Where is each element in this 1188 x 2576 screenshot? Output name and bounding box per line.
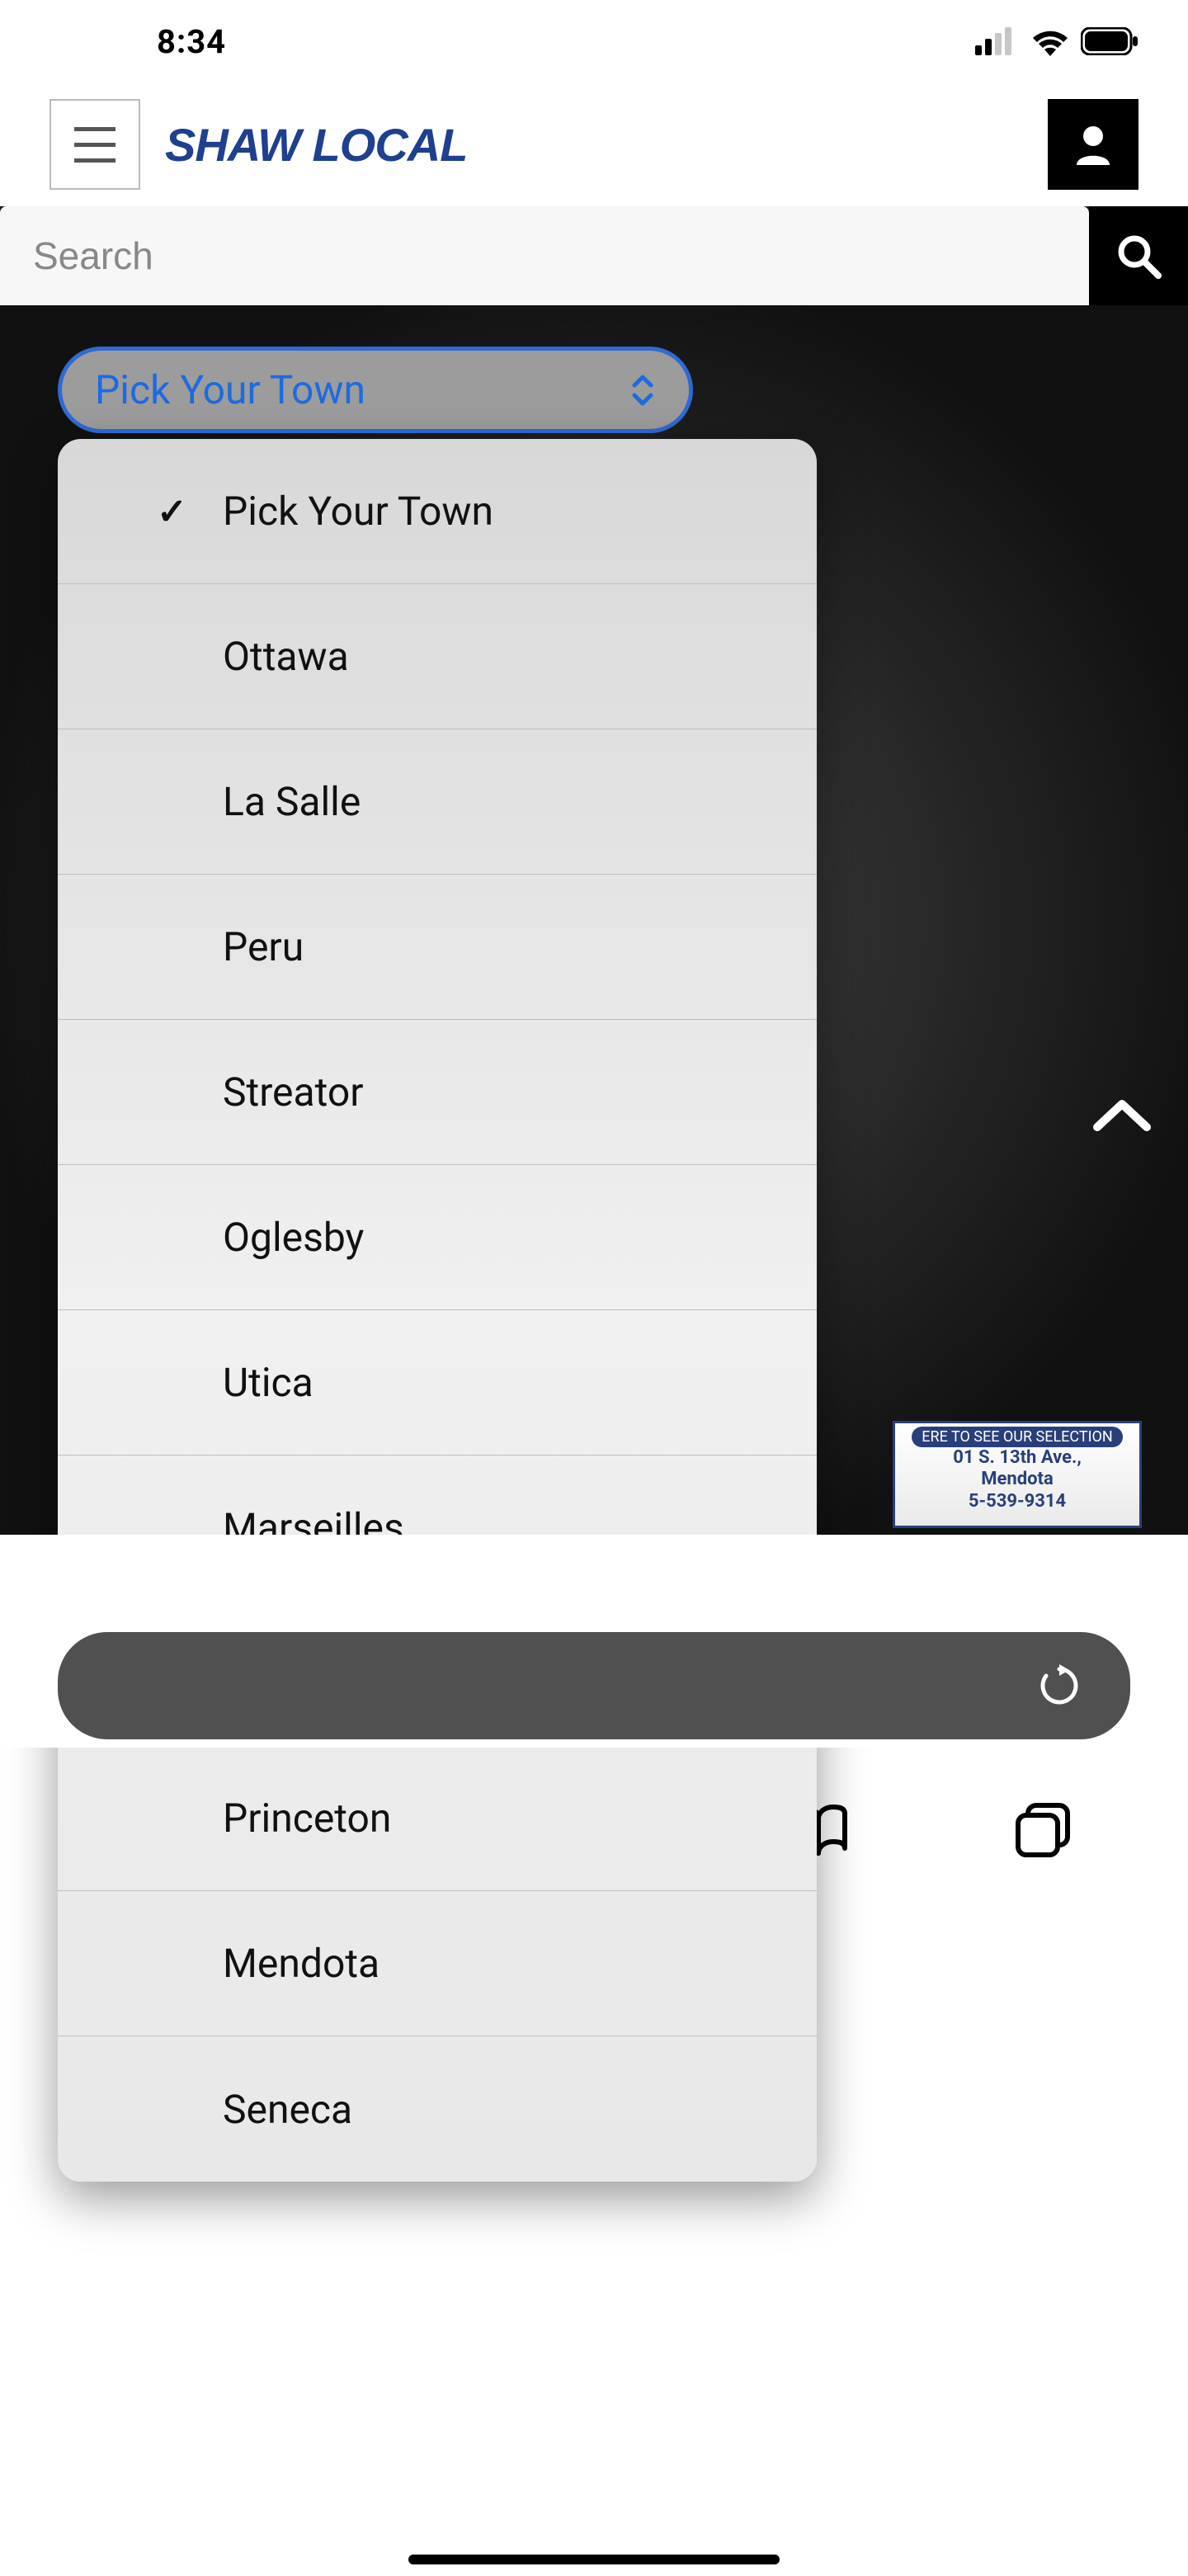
dropdown-item-label: La Salle [223, 778, 361, 825]
dropdown-item-label: Ottawa [223, 633, 349, 680]
dropdown-item[interactable]: Oglesby [58, 1165, 817, 1310]
dropdown-item-label: Princeton [223, 1795, 391, 1842]
dropdown-item[interactable]: Seneca [58, 2036, 817, 2182]
content-area: ERE TO SEE OUR SELECTION 01 S. 13th Ave.… [0, 1535, 1188, 1616]
town-dropdown: ✓ Pick Your Town Ottawa La Salle Peru St… [58, 439, 817, 2182]
dropdown-item[interactable]: Mendota [58, 1891, 817, 2036]
dropdown-item[interactable]: Streator [58, 1020, 817, 1165]
app-header: SHAW LOCAL [0, 83, 1188, 206]
site-logo[interactable]: SHAW LOCAL [165, 118, 467, 172]
status-icons [975, 26, 1138, 56]
refresh-button[interactable] [1038, 1664, 1081, 1707]
tabs-button[interactable] [1002, 1789, 1084, 1871]
account-button[interactable] [1048, 99, 1138, 190]
dropdown-item-label: Utica [223, 1359, 314, 1406]
dropdown-item[interactable]: La Salle [58, 729, 817, 875]
dropdown-item-label: Mendota [223, 1940, 380, 1987]
town-select[interactable]: Pick Your Town [58, 347, 693, 433]
dropdown-item[interactable]: Ottawa [58, 584, 817, 729]
dropdown-item-label: Oglesby [223, 1214, 364, 1261]
check-icon: ✓ [157, 490, 187, 533]
town-select-label: Pick Your Town [95, 366, 365, 413]
ad-banner[interactable]: ERE TO SEE OUR SELECTION 01 S. 13th Ave.… [893, 1421, 1142, 1528]
refresh-icon [1038, 1664, 1081, 1707]
dropdown-item-label: Peru [223, 923, 304, 970]
ad-address-line2: Mendota [981, 1469, 1054, 1490]
search-icon [1114, 231, 1163, 281]
ad-phone: 5-539-9314 [969, 1491, 1066, 1512]
dropdown-item-label: Streator [223, 1069, 363, 1116]
town-selector-panel: Pick Your Town ✓ Pick Your Town Ottawa L… [0, 305, 1188, 1535]
ad-cta: ERE TO SEE OUR SELECTION [912, 1427, 1122, 1447]
menu-button[interactable] [50, 99, 140, 190]
cellular-icon [975, 27, 1020, 55]
dropdown-item-label: Seneca [223, 2086, 352, 2133]
home-indicator [0, 2543, 1188, 2576]
dropdown-item[interactable]: Utica [58, 1310, 817, 1455]
search-input[interactable] [0, 206, 1089, 305]
ad-address-line1: 01 S. 13th Ave., [953, 1447, 1082, 1469]
tabs-icon [1013, 1800, 1072, 1860]
search-button[interactable] [1089, 206, 1188, 305]
dropdown-item-label: Pick Your Town [223, 488, 493, 535]
dropdown-item[interactable]: Princeton [58, 1746, 817, 1891]
person-icon [1068, 120, 1118, 169]
browser-url-bar-wrap [0, 1616, 1188, 1748]
scroll-to-top-button[interactable] [1089, 1094, 1155, 1139]
dropdown-item[interactable]: ✓ Pick Your Town [58, 439, 817, 584]
chevron-up-icon [1089, 1094, 1155, 1135]
browser-url-bar[interactable] [58, 1632, 1130, 1739]
hamburger-icon [74, 127, 116, 131]
status-bar: 8:34 [0, 0, 1188, 83]
status-time: 8:34 [157, 22, 226, 61]
battery-icon [1081, 27, 1138, 55]
wifi-icon [1030, 26, 1071, 56]
select-chevrons-icon [629, 372, 656, 408]
search-row [0, 206, 1188, 305]
dropdown-item[interactable]: Peru [58, 875, 817, 1020]
